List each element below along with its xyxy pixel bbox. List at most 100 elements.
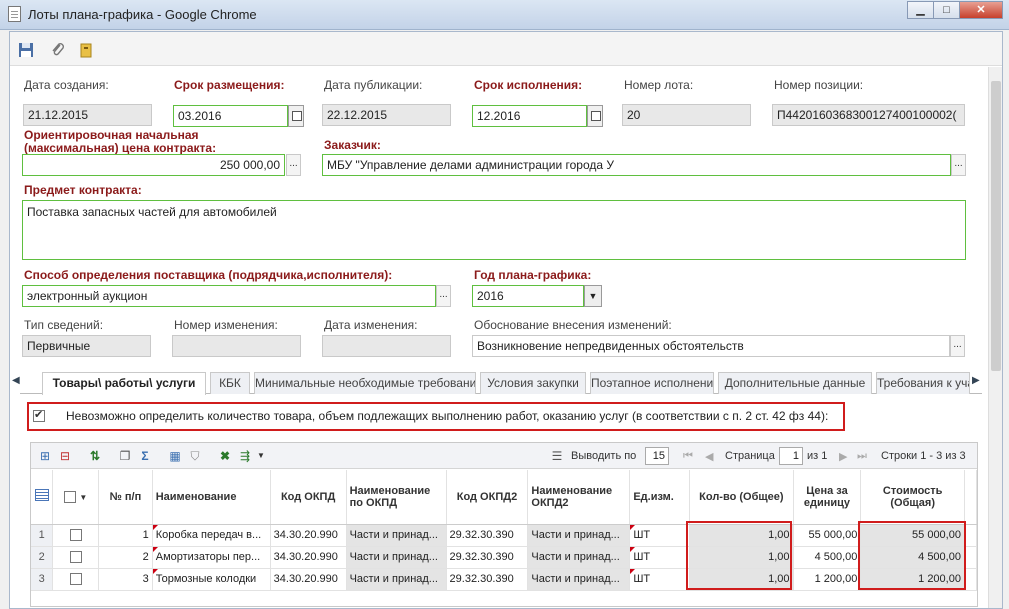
row-price[interactable]: 1 200,00 xyxy=(793,568,862,591)
tab-participant-requirements[interactable]: Требования к уча xyxy=(876,372,970,394)
sort-icon[interactable]: ⇅ xyxy=(87,449,103,463)
customer-lookup-button[interactable]: ... xyxy=(951,154,966,176)
header-price[interactable]: Цена за единицу xyxy=(793,470,862,525)
maximize-button[interactable]: □ xyxy=(933,1,960,19)
header-okpd[interactable]: Код ОКПД xyxy=(270,470,347,525)
row-okpd[interactable]: 34.30.20.990 xyxy=(270,524,347,547)
info-type-field: Первичные xyxy=(22,335,151,357)
subject-textarea[interactable]: Поставка запасных частей для автомобилей xyxy=(22,200,966,260)
table-icon[interactable]: ▦ xyxy=(167,449,183,463)
select-menu-chevron-icon[interactable]: ▼ xyxy=(79,493,87,502)
document-icon xyxy=(8,6,21,22)
prev-page-icon[interactable]: ◀ xyxy=(705,450,713,463)
attach-icon[interactable] xyxy=(50,42,66,58)
cannot-determine-checkbox[interactable] xyxy=(33,408,45,422)
change-date-label: Дата изменения: xyxy=(324,318,418,332)
copy-icon[interactable]: ❐ xyxy=(117,449,133,463)
chevron-down-icon[interactable]: ▼ xyxy=(584,285,602,307)
import-menu-chevron-icon[interactable]: ▼ xyxy=(253,449,269,463)
tab-scroll-left-icon[interactable]: ◀ xyxy=(12,375,20,386)
row-price[interactable]: 4 500,00 xyxy=(793,546,862,569)
row-checkbox[interactable] xyxy=(69,573,82,586)
add-row-icon[interactable]: ⊞ xyxy=(37,449,53,463)
window-title: Лоты плана-графика - Google Chrome xyxy=(28,7,257,22)
column-settings-header[interactable] xyxy=(31,470,54,525)
select-all-checkbox[interactable] xyxy=(64,490,77,503)
tab-minimum-requirements[interactable]: Минимальные необходимые требования xyxy=(254,372,476,394)
next-page-icon[interactable]: ▶ xyxy=(839,450,847,463)
row-okpd2[interactable]: 29.32.30.390 xyxy=(446,546,529,569)
customer-field[interactable]: МБУ "Управление делами администрации гор… xyxy=(322,154,951,176)
header-unit[interactable]: Ед.изм. xyxy=(629,470,691,525)
row-checkbox[interactable] xyxy=(69,529,82,542)
row-name[interactable]: Тормозные колодки xyxy=(156,573,256,585)
year-select[interactable]: 2016 xyxy=(472,285,584,307)
page-size-input[interactable]: 15 xyxy=(645,447,669,465)
row-unit[interactable]: ШТ xyxy=(633,529,650,541)
row-okpd[interactable]: 34.30.20.990 xyxy=(270,568,347,591)
row-index: 1 xyxy=(31,524,54,547)
method-lookup-button[interactable]: ... xyxy=(436,285,451,307)
delete-row-icon[interactable]: ⊟ xyxy=(57,449,73,463)
sum-icon[interactable]: Σ xyxy=(137,449,153,463)
lot-number-label: Номер лота: xyxy=(624,78,694,92)
row-okpd2[interactable]: 29.32.30.390 xyxy=(446,568,529,591)
change-number-field xyxy=(172,335,301,357)
row-okpd2[interactable]: 29.32.30.390 xyxy=(446,524,529,547)
tab-goods-works-services[interactable]: Товары\ работы\ услуги xyxy=(42,372,206,395)
row-name[interactable]: Амортизаторы пер... xyxy=(156,551,260,563)
vertical-scrollbar[interactable] xyxy=(988,67,1002,608)
minimize-button[interactable]: ▁ xyxy=(907,1,934,19)
year-label: Год плана-графика: xyxy=(474,268,592,282)
tab-kbk[interactable]: КБК xyxy=(210,372,250,394)
table-row[interactable]: 3 3 Тормозные колодки 34.30.20.990 Части… xyxy=(31,568,978,591)
tab-purchase-conditions[interactable]: Условия закупки xyxy=(480,372,586,394)
filter-icon[interactable]: ⛉ xyxy=(187,449,203,463)
header-okpd2[interactable]: Код ОКПД2 xyxy=(446,470,529,525)
grid-settings-icon[interactable] xyxy=(34,489,49,502)
row-index: 3 xyxy=(31,568,54,591)
change-number-label: Номер изменения: xyxy=(174,318,278,332)
header-num[interactable]: № п/п xyxy=(98,470,153,525)
placement-calendar-icon[interactable] xyxy=(288,105,304,127)
last-page-icon[interactable]: ⏭ xyxy=(857,450,867,463)
table-row[interactable]: 2 2 Амортизаторы пер... 34.30.20.990 Час… xyxy=(31,546,978,569)
archive-icon[interactable] xyxy=(78,42,94,58)
scrollbar-thumb[interactable] xyxy=(991,81,1001,371)
execution-calendar-icon[interactable] xyxy=(587,105,603,127)
excel-icon[interactable]: ✖ xyxy=(217,449,233,463)
row-name[interactable]: Коробка передач в... xyxy=(156,529,261,541)
header-okpd2-name[interactable]: Наименование ОКПД2 xyxy=(527,470,631,525)
row-unit[interactable]: ШТ xyxy=(633,573,650,585)
tab-scroll-right-icon[interactable]: ▶ xyxy=(972,375,980,386)
header-cost[interactable]: Стоимость (Общая) xyxy=(860,470,965,525)
row-unit[interactable]: ШТ xyxy=(633,551,650,563)
header-qty[interactable]: Кол-во (Общее) xyxy=(689,470,794,525)
select-all-header[interactable]: ▼ xyxy=(52,470,100,525)
reason-field[interactable]: Возникновение непредвиденных обстоятельс… xyxy=(472,335,950,357)
import-icon[interactable]: ⇶ xyxy=(237,449,253,463)
reason-label: Обоснование внесения изменений: xyxy=(474,318,672,332)
first-page-icon[interactable]: ⏮ xyxy=(683,450,693,463)
tab-staged-execution[interactable]: Поэтапное исполнение xyxy=(590,372,714,394)
save-icon[interactable] xyxy=(18,42,34,58)
row-okpd[interactable]: 34.30.20.990 xyxy=(270,546,347,569)
row-price[interactable]: 55 000,00 xyxy=(793,524,862,547)
page-input[interactable]: 1 xyxy=(779,447,803,465)
placement-label: Срок размещения: xyxy=(174,78,285,92)
header-name[interactable]: Наименование xyxy=(152,470,271,525)
price-lookup-button[interactable]: ... xyxy=(286,154,301,176)
execution-field[interactable]: 12.2016 xyxy=(472,105,587,127)
method-field[interactable]: электронный аукцион xyxy=(22,285,436,307)
main-toolbar xyxy=(10,32,1002,66)
tab-additional-data[interactable]: Дополнительные данные xyxy=(718,372,872,394)
reason-lookup-button[interactable]: ... xyxy=(950,335,965,357)
goods-table: ▼ № п/п Наименование Код ОКПД Наименован… xyxy=(31,470,978,591)
header-okpd-name[interactable]: Наименование по ОКПД xyxy=(346,470,447,525)
close-button[interactable]: ✕ xyxy=(959,1,1003,19)
placement-field[interactable]: 03.2016 xyxy=(173,105,288,127)
price-field[interactable]: 250 000,00 xyxy=(22,154,285,176)
row-checkbox[interactable] xyxy=(69,551,82,564)
position-number-label: Номер позиции: xyxy=(774,78,864,92)
table-row[interactable]: 1 1 Коробка передач в... 34.30.20.990 Ча… xyxy=(31,524,978,547)
